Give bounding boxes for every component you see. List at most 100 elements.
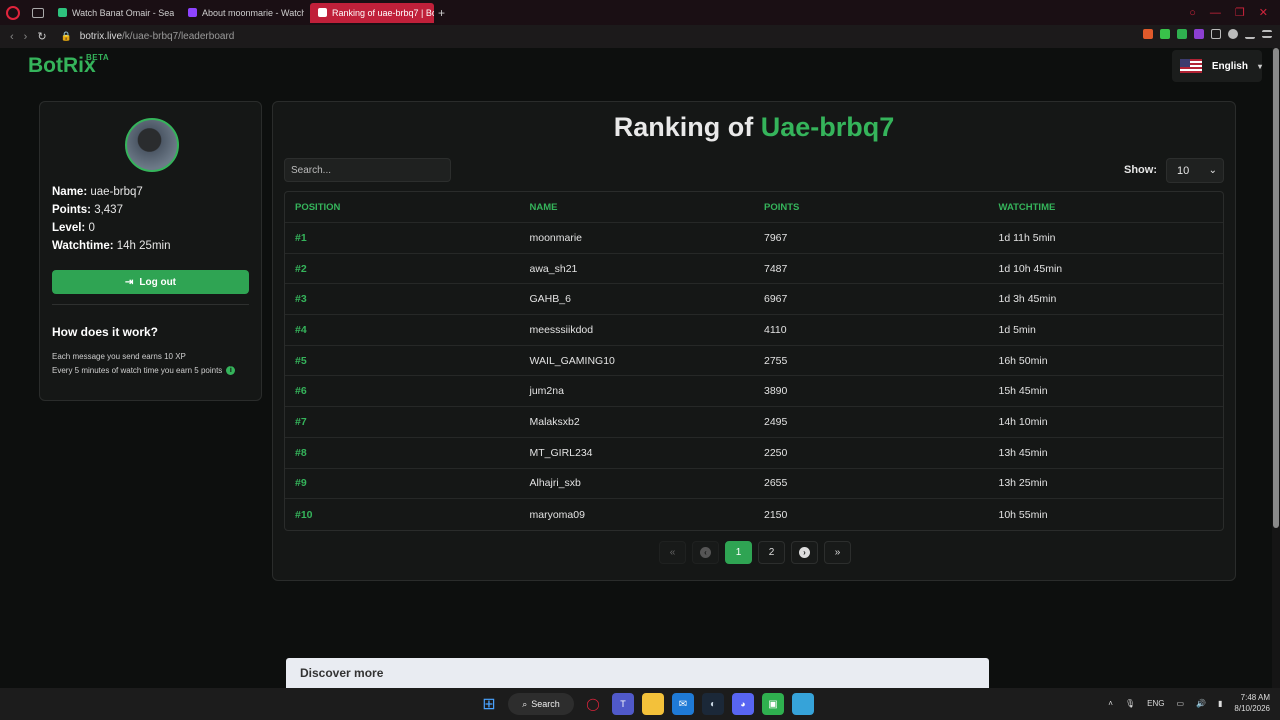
- page-button-1[interactable]: 1: [725, 541, 752, 564]
- clock[interactable]: 7:48 AM 8/10/2026: [1234, 692, 1270, 714]
- battery-icon[interactable]: ▮: [1218, 699, 1222, 708]
- table-row: #10 maryoma09 2150 10h 55min: [295, 508, 1048, 521]
- double-chevron-left-icon: «: [669, 547, 676, 558]
- forward-icon[interactable]: ›: [24, 31, 28, 43]
- browser-tabbar: Watch Banat Omair - Seaso About moonmari…: [0, 0, 1280, 25]
- extensions-bar: [1143, 29, 1272, 39]
- profile-card: Name: uae-brbq7 Points: 3,437 Level: 0 W…: [39, 101, 262, 401]
- chevron-up-icon[interactable]: ˄: [1108, 699, 1113, 708]
- xbox-icon[interactable]: ▣: [762, 693, 784, 715]
- restore-icon[interactable]: ❐: [1235, 6, 1245, 19]
- mail-icon[interactable]: ✉: [672, 693, 694, 715]
- pagination: « ‹ 1 2 › »: [659, 541, 851, 564]
- minimize-icon[interactable]: —: [1210, 7, 1221, 19]
- opera-logo-icon[interactable]: [6, 5, 20, 20]
- table-row: #1 moonmarie 7967 1d 11h 5min: [285, 223, 1223, 254]
- back-icon[interactable]: ‹: [10, 31, 14, 43]
- search-input[interactable]: [284, 158, 451, 182]
- scrollbar[interactable]: [1272, 48, 1280, 688]
- first-page-button[interactable]: «: [659, 541, 686, 564]
- workspaces-icon[interactable]: [32, 7, 44, 18]
- reload-icon[interactable]: ↻: [37, 30, 46, 43]
- botrix-logo[interactable]: BotRix BETA: [28, 53, 109, 78]
- ranking-user: Uae-brbq7: [760, 112, 895, 142]
- table-row: #2 awa_sh21 7487 1d 10h 45min: [285, 254, 1223, 285]
- tab-about-moonmarie[interactable]: About moonmarie - Watch: [180, 3, 304, 23]
- table-row: #7 Malaksxb2 2495 14h 10min: [285, 407, 1223, 438]
- page-button-2[interactable]: 2: [758, 541, 785, 564]
- search-tabs-icon[interactable]: ○: [1189, 7, 1196, 19]
- profile-info: Name: uae-brbq7 Points: 3,437 Level: 0 W…: [52, 183, 170, 255]
- taskbar-search[interactable]: ⌕ Search: [508, 693, 574, 715]
- extension-icon[interactable]: [1143, 29, 1153, 39]
- file-explorer-icon[interactable]: [642, 693, 664, 715]
- logout-button[interactable]: ⇥ Log out: [52, 270, 249, 294]
- microphone-icon[interactable]: 🎙: [1125, 699, 1135, 708]
- table-row: #6 jum2na 3890 15h 45min: [285, 376, 1223, 408]
- table-row: #4 meesssiikdod 4110 1d 5min: [285, 315, 1223, 346]
- profile-icon[interactable]: [1228, 29, 1238, 39]
- info-icon[interactable]: i: [226, 366, 236, 376]
- chevron-down-icon: ▾: [1257, 61, 1262, 71]
- language-label: English: [1211, 60, 1248, 72]
- volume-icon[interactable]: 🔊: [1196, 699, 1206, 708]
- network-icon[interactable]: ▭: [1176, 699, 1184, 708]
- rule-points: Every 5 minutes of watch time you earn 5…: [52, 364, 236, 378]
- clock-time: 7:48 AM: [1240, 693, 1270, 702]
- steam-icon[interactable]: ◐: [702, 693, 724, 715]
- window-controls: ○ — ❐ ✕: [1189, 0, 1280, 25]
- how-it-works-title: How does it work?: [52, 325, 159, 339]
- new-tab-icon[interactable]: +: [438, 6, 445, 20]
- table-row: #5 WAIL_GAMING10 2755 16h 50min: [285, 346, 1223, 377]
- lock-icon: 🔒: [60, 31, 72, 41]
- tab-label: Watch Banat Omair - Seaso: [72, 7, 174, 18]
- windows-start-icon[interactable]: ⊞: [478, 693, 500, 715]
- puzzle-icon[interactable]: [1211, 29, 1221, 39]
- scrollbar-thumb[interactable]: [1273, 48, 1279, 528]
- close-icon[interactable]: ✕: [1259, 6, 1268, 19]
- column-header[interactable]: WATCHTIME: [989, 202, 1224, 213]
- ranking-card: Ranking of Uae-brbq7 Show: 10 ⌄ POSITION…: [272, 101, 1236, 581]
- botrix-favicon-icon: [318, 8, 327, 17]
- show-label: Show:: [1124, 164, 1157, 176]
- extension-icon[interactable]: [1194, 29, 1204, 39]
- photos-icon[interactable]: [792, 693, 814, 715]
- extension-icon[interactable]: [1177, 29, 1187, 39]
- discord-icon[interactable]: ◕: [732, 693, 754, 715]
- beta-badge: BETA: [86, 53, 110, 62]
- url-field[interactable]: 🔒 botrix.live/k/uae-brbq7/leaderboard: [61, 31, 235, 42]
- rule-xp: Each message you send earns 10 XP: [52, 352, 186, 361]
- logout-label: Log out: [139, 276, 177, 288]
- last-page-button[interactable]: »: [824, 541, 851, 564]
- kick-favicon-icon: [188, 8, 197, 17]
- profile-watchtime: Watchtime: 14h 25min: [52, 240, 171, 252]
- divider: [52, 304, 249, 305]
- profile-level: Level: 0: [52, 222, 95, 234]
- table-row: #3 GAHB_6 6967 1d 3h 45min: [285, 284, 1223, 316]
- language-indicator[interactable]: ENG: [1147, 699, 1164, 708]
- profile-name: Name: uae-brbq7: [52, 186, 143, 198]
- teams-icon[interactable]: T: [612, 693, 634, 715]
- chevron-down-icon: ⌄: [1208, 165, 1217, 176]
- tab-ranking[interactable]: Ranking of uae-brbq7 | Bot: [310, 2, 434, 23]
- download-icon[interactable]: [1245, 29, 1255, 39]
- opera-icon[interactable]: ◯: [582, 693, 604, 715]
- next-page-button[interactable]: ›: [791, 541, 818, 564]
- kick-favicon-icon: [58, 8, 67, 17]
- discover-more-banner[interactable]: Discover more: [286, 658, 989, 688]
- column-header[interactable]: POINTS: [754, 202, 989, 213]
- rules-text: Each message you send earns 10 XP Every …: [52, 350, 236, 378]
- column-header[interactable]: NAME: [520, 202, 755, 213]
- menu-icon[interactable]: [1262, 30, 1272, 38]
- tab-label: About moonmarie - Watch: [202, 7, 304, 18]
- prev-page-button[interactable]: ‹: [692, 541, 719, 564]
- extension-icon[interactable]: [1160, 29, 1170, 39]
- page-size-value: 10: [1177, 164, 1190, 177]
- language-selector[interactable]: English ▾: [1172, 50, 1262, 82]
- sign-out-icon: ⇥: [124, 276, 134, 288]
- tab-watch-banat-omair[interactable]: Watch Banat Omair - Seaso: [50, 3, 174, 23]
- column-header[interactable]: POSITION: [285, 202, 520, 213]
- taskbar-apps: ⊞ ⌕ Search ◯ T ✉ ◐ ◕ ▣: [478, 693, 814, 715]
- page-size-select[interactable]: 10 ⌄: [1166, 158, 1224, 183]
- table-row: #9 Alhajri_sxb 2655 13h 25min: [285, 469, 1223, 500]
